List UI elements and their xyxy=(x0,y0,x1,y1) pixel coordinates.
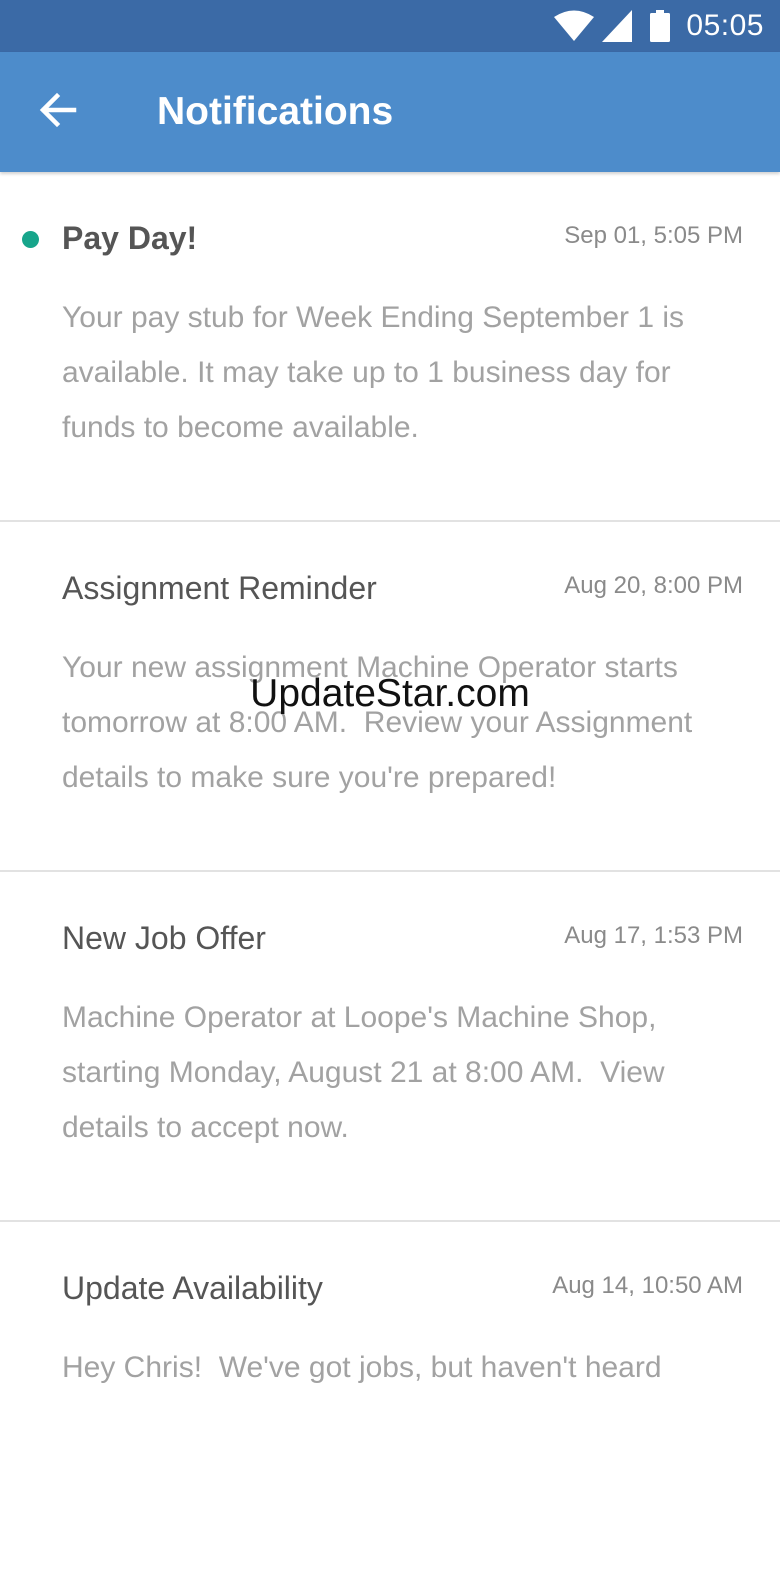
notification-body: Hey Chris! We've got jobs, but haven't h… xyxy=(62,1351,662,1384)
notification-list: Pay Day! Sep 01, 5:05 PM Your pay stub f… xyxy=(0,172,780,1572)
notification-title: Pay Day! xyxy=(62,220,198,256)
status-time: 05:05 xyxy=(686,9,764,42)
battery-icon xyxy=(650,10,671,42)
notification-title: Update Availability xyxy=(62,1270,323,1306)
notification-timestamp: Aug 17, 1:53 PM xyxy=(564,922,743,949)
unread-indicator xyxy=(22,231,39,248)
notification-title: Assignment Reminder xyxy=(62,570,377,606)
wifi-icon xyxy=(554,10,595,42)
status-bar: 05:05 xyxy=(0,0,780,52)
notification-body: Machine Operator at Loope's Machine Shop… xyxy=(62,1001,673,1144)
back-button[interactable] xyxy=(28,82,88,142)
notification-item[interactable]: Update Availability Aug 14, 10:50 AM Hey… xyxy=(0,1222,780,1572)
status-icons: 05:05 xyxy=(554,0,764,52)
notification-timestamp: Aug 14, 10:50 AM xyxy=(552,1272,743,1299)
notification-body: Your new assignment Machine Operator sta… xyxy=(62,651,701,794)
notification-body: Your pay stub for Week Ending September … xyxy=(62,301,693,444)
notification-item[interactable]: Assignment Reminder Aug 20, 8:00 PM Your… xyxy=(0,522,780,872)
page-title: Notifications xyxy=(157,90,394,133)
app-bar: Notifications xyxy=(0,52,780,172)
arrow-left-icon xyxy=(38,90,78,135)
notification-title: New Job Offer xyxy=(62,920,266,956)
notification-item[interactable]: New Job Offer Aug 17, 1:53 PM Machine Op… xyxy=(0,872,780,1222)
cell-signal-icon xyxy=(602,10,633,42)
notification-item[interactable]: Pay Day! Sep 01, 5:05 PM Your pay stub f… xyxy=(0,172,780,522)
notification-timestamp: Sep 01, 5:05 PM xyxy=(564,222,743,249)
notification-timestamp: Aug 20, 8:00 PM xyxy=(564,572,743,599)
